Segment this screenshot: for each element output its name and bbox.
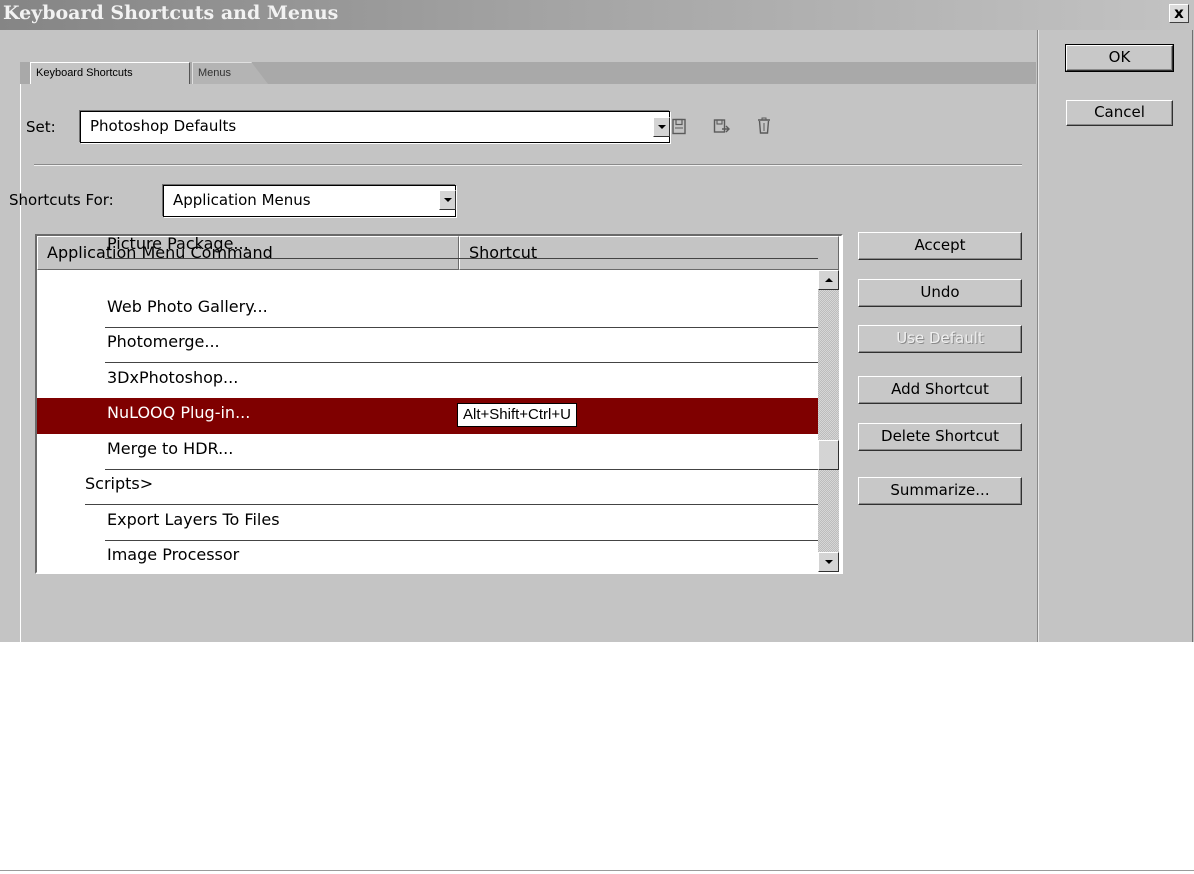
delete-set-button[interactable] <box>754 115 774 137</box>
section-divider <box>34 165 1022 166</box>
scroll-thumb[interactable] <box>818 440 839 470</box>
set-dropdown-button[interactable] <box>653 117 670 137</box>
row-divider <box>105 258 818 259</box>
chevron-down-icon <box>443 198 452 202</box>
command-label: Image Processor <box>107 545 240 564</box>
list-item[interactable]: Export Layers To Files <box>37 505 818 541</box>
use-default-button[interactable]: Use Default <box>858 325 1022 353</box>
shortcut-list[interactable]: Application Menu Command Shortcut Pictur… <box>35 234 843 574</box>
list-item[interactable]: Photomerge... <box>37 327 818 363</box>
chevron-down-icon <box>657 125 666 129</box>
list-item[interactable]: Image Processor <box>37 540 818 572</box>
command-label: Web Photo Gallery... <box>107 297 268 316</box>
list-item[interactable]: NuLOOQ Plug-in... Alt+Shift+Ctrl+U <box>37 398 818 434</box>
shortcut-input[interactable]: Alt+Shift+Ctrl+U <box>457 403 577 427</box>
save-set-icon <box>672 118 686 134</box>
tab-strip: Keyboard Shortcuts Menus <box>20 62 1036 84</box>
command-label: Export Layers To Files <box>107 510 280 529</box>
list-scrollbar[interactable] <box>818 270 839 572</box>
save-set-as-button[interactable] <box>712 115 732 137</box>
list-item[interactable]: Web Photo Gallery... <box>37 292 818 328</box>
list-item[interactable]: Scripts> <box>37 469 818 505</box>
add-shortcut-button[interactable]: Add Shortcut <box>858 376 1022 404</box>
divider <box>1192 30 1193 642</box>
delete-shortcut-button[interactable]: Delete Shortcut <box>858 423 1022 451</box>
shortcuts-for-select[interactable]: Application Menus <box>163 185 456 217</box>
shortcuts-for-dropdown-button[interactable] <box>439 190 456 210</box>
tab-keyboard-shortcuts[interactable]: Keyboard Shortcuts <box>30 62 190 84</box>
shortcuts-for-label: Shortcuts For: <box>9 191 114 209</box>
keyboard-shortcuts-dialog: Keyboard Shortcuts and Menus x OK Cancel… <box>0 0 1194 642</box>
set-label: Set: <box>26 118 56 136</box>
accept-button[interactable]: Accept <box>858 232 1022 260</box>
window-title: Keyboard Shortcuts and Menus <box>3 2 339 24</box>
save-set-button[interactable] <box>669 115 689 137</box>
ok-button[interactable]: OK <box>1065 44 1174 72</box>
cancel-button[interactable]: Cancel <box>1066 100 1173 126</box>
title-bar[interactable]: Keyboard Shortcuts and Menus x <box>0 0 1194 30</box>
page-border <box>0 870 1194 871</box>
scroll-down-button[interactable] <box>818 552 839 572</box>
chevron-up-icon <box>824 278 833 282</box>
tab-menus[interactable]: Menus <box>192 62 268 84</box>
delete-set-icon <box>758 117 770 134</box>
list-item[interactable]: 3DxPhotoshop... <box>37 363 818 399</box>
list-item[interactable]: Picture Package... <box>37 236 818 259</box>
command-label: Scripts> <box>85 474 154 493</box>
set-select-value: Photoshop Defaults <box>90 117 237 135</box>
summarize-button[interactable]: Summarize... <box>858 477 1022 505</box>
scroll-up-button[interactable] <box>818 270 839 290</box>
command-label: NuLOOQ Plug-in... <box>107 403 251 422</box>
chevron-down-icon <box>824 560 833 564</box>
command-label: Photomerge... <box>107 332 220 351</box>
divider <box>1038 30 1039 642</box>
list-item[interactable]: Merge to HDR... <box>37 434 818 470</box>
save-set-as-icon <box>713 118 730 133</box>
undo-button[interactable]: Undo <box>858 279 1022 307</box>
shortcuts-for-select-value: Application Menus <box>173 191 311 209</box>
command-label: 3DxPhotoshop... <box>107 368 239 387</box>
command-label: Picture Package... <box>107 234 249 253</box>
set-select[interactable]: Photoshop Defaults <box>80 111 670 143</box>
close-button[interactable]: x <box>1169 4 1189 23</box>
command-label: Merge to HDR... <box>107 439 234 458</box>
